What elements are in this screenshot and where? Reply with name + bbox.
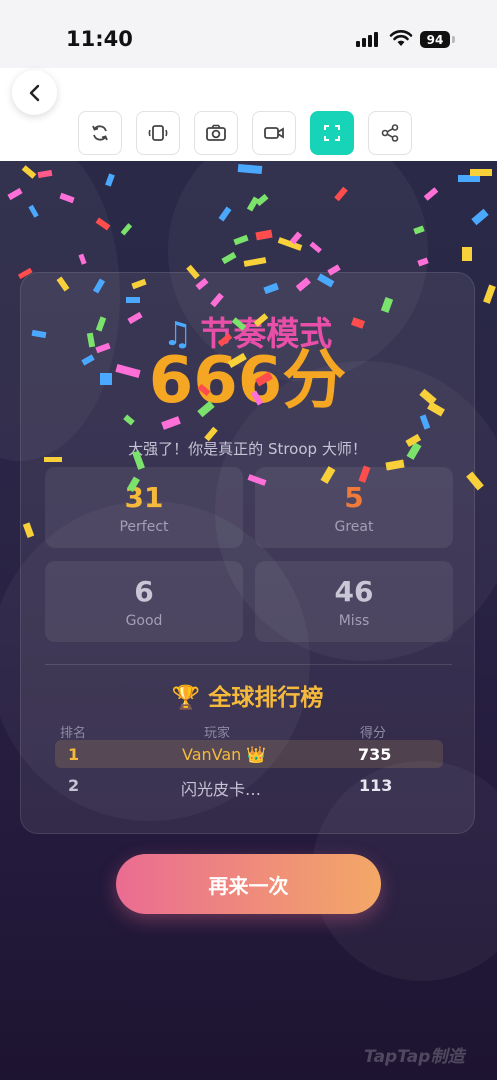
final-score: 666分: [148, 344, 347, 418]
refresh-icon: [92, 125, 108, 141]
record-video-button[interactable]: [252, 111, 296, 155]
stat-great-label: Great: [334, 519, 374, 535]
rotate-button[interactable]: [136, 111, 180, 155]
stat-perfect-label: Perfect: [119, 519, 169, 535]
leaderboard-header-rank: 排名: [60, 726, 87, 741]
top-toolbar: [0, 68, 497, 161]
stat-miss-label: Miss: [338, 613, 370, 629]
cellular-signal-icon: [356, 32, 378, 47]
game-area: ♫ 节奏模式 666分 大强了！你是真正的 Stroop 大师！ 31 Perfe…: [0, 161, 497, 1080]
battery-icon: 94: [420, 31, 450, 48]
rotate-icon: [148, 125, 168, 141]
back-button[interactable]: [12, 70, 57, 115]
screenshot-button[interactable]: [194, 111, 238, 155]
leaderboard-row-1-player: VanVan 👑: [182, 745, 266, 764]
leaderboard-row-1-rank: 1: [68, 745, 80, 764]
leaderboard-header-player: 玩家: [204, 726, 231, 741]
stat-miss: 46 Miss: [255, 561, 453, 642]
leaderboard-row-1-player-name: VanVan: [182, 745, 242, 764]
stat-great-value: 5: [344, 481, 364, 514]
result-card: ♫ 节奏模式 666分 大强了！你是真正的 Stroop 大师！ 31 Perfe…: [20, 272, 475, 834]
status-bar: 11:40 94: [0, 0, 497, 68]
refresh-button[interactable]: [78, 111, 122, 155]
stat-good-label: Good: [125, 613, 163, 629]
leaderboard-row-2-score: 113: [359, 776, 393, 795]
leaderboard-title: 🏆 全球排行榜: [21, 678, 474, 712]
leaderboard-row-2-rank: 2: [68, 776, 80, 795]
camera-icon: [206, 124, 226, 141]
taptap-watermark: TapTap制造: [364, 1047, 465, 1067]
battery-level: 94: [426, 32, 444, 47]
share-icon: [381, 124, 399, 142]
wifi-icon: [389, 30, 413, 46]
fullscreen-icon: [324, 125, 340, 141]
toolbar-tools: [78, 111, 412, 155]
status-time: 11:40: [66, 27, 133, 51]
stat-miss-value: 46: [334, 575, 374, 608]
leaderboard-row-1-score: 735: [358, 745, 392, 764]
stat-great: 5 Great: [255, 467, 453, 548]
fullscreen-button[interactable]: [310, 111, 354, 155]
stat-perfect-value: 31: [124, 481, 164, 514]
leaderboard-row-2-player: 闪光皮卡…: [181, 780, 262, 799]
crown-icon: 👑: [246, 745, 267, 764]
stat-good-value: 6: [134, 575, 154, 608]
trophy-icon: 🏆: [171, 685, 201, 711]
divider: [45, 664, 452, 665]
leaderboard-title-text: 全球排行榜: [208, 685, 324, 711]
leaderboard-header-score: 得分: [360, 726, 387, 741]
praise-text: 大强了！你是真正的 Stroop 大师！: [128, 440, 367, 458]
video-icon: [264, 127, 284, 139]
stat-good: 6 Good: [45, 561, 243, 642]
share-button[interactable]: [368, 111, 412, 155]
chevron-left-icon: [29, 84, 39, 101]
play-again-button[interactable]: 再来一次: [116, 854, 381, 914]
stat-perfect: 31 Perfect: [45, 467, 243, 548]
battery-cap: [452, 36, 455, 43]
